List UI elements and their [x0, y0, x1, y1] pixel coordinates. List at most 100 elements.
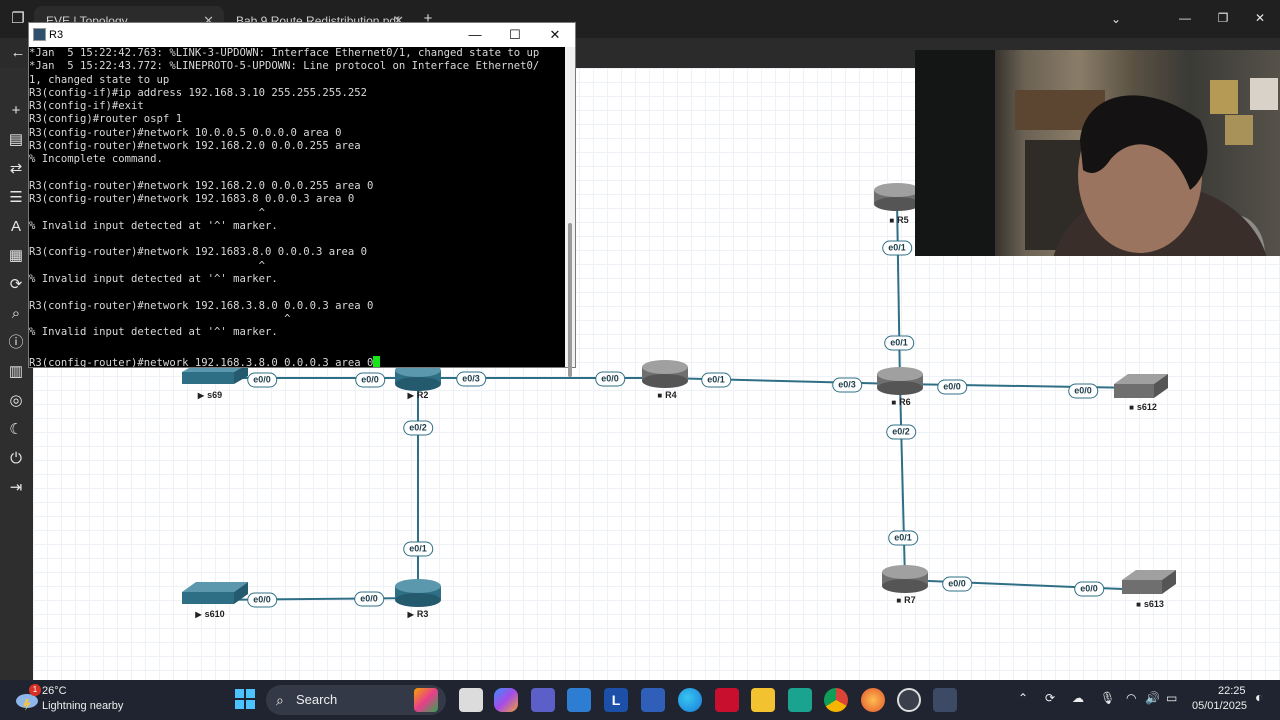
l-app-icon[interactable]: L	[604, 688, 628, 712]
microphone-icon[interactable]: 🎙	[1100, 691, 1115, 705]
obs-icon[interactable]	[897, 688, 921, 712]
snipping-icon[interactable]	[788, 688, 812, 712]
node-label-r7: ■ R7	[896, 595, 916, 605]
port-label[interactable]: e0/2	[886, 424, 916, 440]
port-label[interactable]: e0/0	[942, 576, 972, 592]
wifi-icon[interactable]: ◠	[1126, 691, 1136, 705]
router-r5[interactable]	[874, 183, 920, 211]
folder-icon[interactable]	[751, 688, 775, 712]
node-label-r4: ■ R4	[657, 390, 677, 400]
chevron-up-icon[interactable]: ⌃	[1018, 691, 1028, 705]
port-label[interactable]: e0/3	[832, 377, 862, 393]
webcam-overlay	[915, 50, 1280, 256]
port-label[interactable]: e0/0	[937, 379, 967, 395]
terminal-output[interactable]: *Jan 5 15:22:42.763: %LINK-3-UPDOWN: Int…	[29, 47, 567, 367]
text-cursor	[373, 355, 381, 367]
switch-s613[interactable]	[1122, 570, 1176, 594]
edge-icon[interactable]	[678, 688, 702, 712]
terminal-line: R3(config-if)#exit	[29, 100, 144, 113]
switch-s612[interactable]	[1114, 374, 1168, 398]
node-label-r3: ▶ R3	[407, 609, 429, 619]
node-label-s610: ▶ s610	[195, 609, 225, 619]
router-r6[interactable]	[877, 367, 923, 395]
port-label[interactable]: e0/1	[884, 335, 914, 351]
file-manager-icon[interactable]	[459, 688, 483, 712]
node-label-s613: ■ s613	[1136, 599, 1164, 609]
terminal-line: ^	[29, 259, 265, 272]
clock-date[interactable]: 05/01/2025	[1192, 700, 1247, 712]
close-icon[interactable]: ✕	[535, 23, 575, 47]
scrollbar-thumb[interactable]	[568, 223, 572, 377]
terminal-line: R3(config-router)#network 192.168.3.8.0 …	[29, 356, 374, 367]
link-r6-s612	[899, 383, 1141, 389]
cloud-icon[interactable]: ☁	[1072, 691, 1084, 705]
terminal-prompt-line[interactable]: R3(config-router)#network 192.168.3.8.0 …	[29, 353, 567, 367]
search-icon: ⌕	[276, 692, 284, 708]
terminal-line: R3(config-router)#network 192.168.2.0 0.…	[29, 179, 374, 192]
terminal-line: R3(config-router)#network 192.1683.8 0.0…	[29, 193, 355, 206]
terminal-titlebar[interactable]: R3 — ☐ ✕	[29, 23, 575, 47]
port-label[interactable]: e0/0	[354, 591, 384, 607]
port-label[interactable]: e0/0	[247, 592, 277, 608]
port-label[interactable]: e0/1	[888, 530, 918, 546]
firefox-icon[interactable]	[861, 688, 885, 712]
router-r4[interactable]	[642, 360, 688, 388]
taskbar: 1 26°C Lightning nearby ⌕ Search L ⌃ ⟳ ☁…	[0, 680, 1280, 720]
terminal-line: R3(config-router)#network 192.168.2.0 0.…	[29, 140, 361, 153]
node-label-r5: ■ R5	[889, 215, 909, 225]
battery-icon[interactable]: ▭	[1166, 691, 1177, 705]
volume-icon[interactable]: 🔊	[1145, 691, 1160, 705]
terminal-line: 1, changed state to up	[29, 73, 170, 86]
weather-icon[interactable]: 1	[14, 684, 41, 712]
link-r5-r6	[896, 199, 901, 385]
terminal-scrollbar[interactable]	[565, 47, 575, 377]
putty-taskbar-icon[interactable]	[933, 688, 957, 712]
azure-icon[interactable]	[641, 688, 665, 712]
port-label[interactable]: e0/0	[1074, 581, 1104, 597]
terminal-line: R3(config-if)#ip address 192.168.3.10 25…	[29, 86, 368, 99]
terminal-line: ^	[29, 312, 291, 325]
port-label[interactable]: e0/2	[403, 420, 433, 436]
switch-s610[interactable]	[182, 582, 248, 604]
router-r7[interactable]	[882, 565, 928, 593]
port-label[interactable]: e0/0	[247, 372, 277, 388]
router-r3[interactable]	[395, 579, 441, 607]
paint-app-icon[interactable]	[414, 688, 438, 712]
store-icon[interactable]	[567, 688, 591, 712]
terminal-line: % Incomplete command.	[29, 153, 163, 166]
terminal-window[interactable]: R3 — ☐ ✕ *Jan 5 15:22:42.763: %LINK-3-UP…	[28, 22, 576, 377]
node-label-r6: ■ R6	[891, 397, 911, 407]
notification-icon[interactable]: ◐	[1255, 689, 1263, 705]
port-label[interactable]: e0/0	[355, 372, 385, 388]
terminal-line: R3(config-router)#network 10.0.0.5 0.0.0…	[29, 126, 342, 139]
weather-badge: 1	[29, 684, 41, 696]
teams-icon[interactable]	[531, 688, 555, 712]
port-label[interactable]: e0/1	[882, 240, 912, 256]
terminal-line: ^	[29, 206, 265, 219]
terminal-line: *Jan 5 15:22:43.772: %LINEPROTO-5-UPDOWN…	[29, 60, 540, 73]
node-label-s612: ■ s612	[1129, 402, 1157, 412]
port-label[interactable]: e0/1	[701, 372, 731, 388]
clock-time[interactable]: 22:25	[1218, 685, 1246, 697]
port-label[interactable]: e0/0	[595, 371, 625, 387]
node-label-s69: ▶ s69	[197, 390, 223, 400]
port-label[interactable]: e0/3	[456, 371, 486, 387]
port-label[interactable]: e0/1	[403, 541, 433, 557]
search-label: Search	[296, 692, 338, 707]
mcafee-icon[interactable]	[715, 688, 739, 712]
sync-icon[interactable]: ⟳	[1045, 691, 1055, 705]
port-label[interactable]: e0/0	[1068, 383, 1098, 399]
minimize-icon[interactable]: —	[455, 23, 495, 47]
copilot-icon[interactable]	[494, 688, 518, 712]
node-label-r2: ▶ R2	[407, 390, 429, 400]
chrome-icon[interactable]	[824, 688, 848, 712]
terminal-line: R3(config-router)#network 192.1683.8.0 0…	[29, 246, 368, 259]
putty-icon	[33, 28, 46, 41]
start-button[interactable]	[235, 689, 255, 709]
terminal-line: % Invalid input detected at '^' marker.	[29, 219, 278, 232]
weather-description: Lightning nearby	[42, 700, 124, 712]
maximize-icon[interactable]: ☐	[495, 23, 535, 47]
